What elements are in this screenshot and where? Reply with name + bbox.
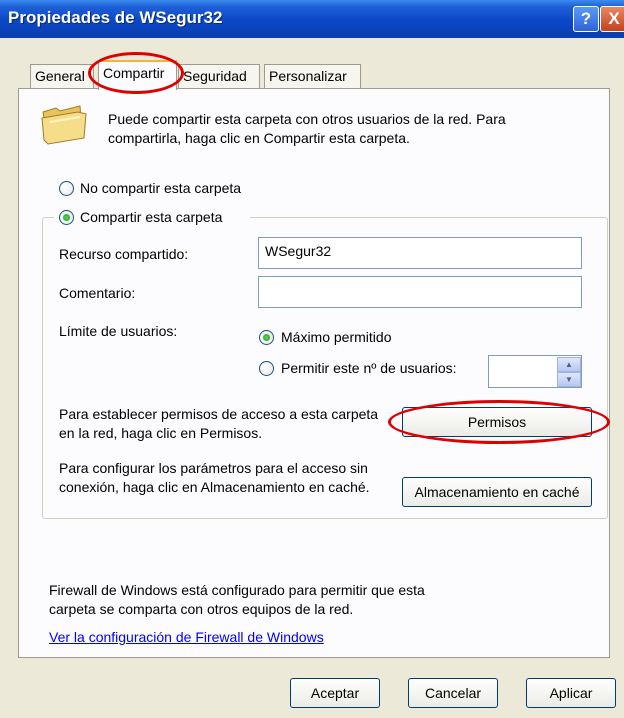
window-title: Propiedades de WSegur32 — [8, 8, 223, 27]
comment-input[interactable] — [258, 276, 582, 308]
share-intro-text: Puede compartir esta carpeta con otros u… — [108, 111, 506, 146]
help-button[interactable]: ? — [573, 6, 599, 32]
apply-button[interactable]: Aplicar — [526, 678, 616, 708]
permissions-text: Para establecer permisos de acceso a est… — [59, 406, 379, 441]
arrow-up-icon: ▲ — [565, 360, 573, 369]
no-share-radio[interactable] — [59, 181, 74, 196]
tab-seguridad[interactable]: Seguridad — [178, 64, 260, 89]
permissions-button[interactable]: Permisos — [402, 407, 592, 437]
tab-personalizar[interactable]: Personalizar — [264, 64, 361, 89]
share-radio[interactable] — [59, 210, 74, 225]
close-button[interactable]: X — [600, 6, 624, 32]
folder-icon — [41, 105, 87, 145]
allow-n-users-label[interactable]: Permitir este nº de usuarios: — [281, 359, 457, 378]
share-label[interactable]: Compartir esta carpeta — [80, 208, 222, 227]
max-allowed-radio[interactable] — [259, 330, 274, 345]
no-share-label[interactable]: No compartir esta carpeta — [80, 179, 241, 198]
arrow-down-icon: ▼ — [565, 375, 573, 384]
firewall-settings-link[interactable]: Ver la configuración de Firewall de Wind… — [49, 628, 324, 647]
properties-dialog: Propiedades de WSegur32 ? X General Comp… — [0, 0, 624, 718]
cache-button[interactable]: Almacenamiento en caché — [402, 477, 592, 507]
user-limit-label: Límite de usuarios: — [59, 323, 178, 339]
cancel-button[interactable]: Cancelar — [408, 678, 498, 708]
allow-n-users-radio[interactable] — [259, 361, 274, 376]
spin-up-button[interactable]: ▲ — [557, 357, 581, 372]
ok-button[interactable]: Aceptar — [290, 678, 380, 708]
comment-label: Comentario: — [59, 285, 136, 301]
close-icon: X — [608, 9, 620, 28]
title-bar[interactable]: Propiedades de WSegur32 ? X — [0, 0, 624, 38]
tab-general[interactable]: General — [30, 64, 94, 89]
firewall-text: Firewall de Windows está configurado par… — [49, 582, 425, 617]
offline-text: Para configurar los parámetros para el a… — [59, 460, 370, 495]
spin-down-button[interactable]: ▼ — [557, 372, 581, 387]
resource-label: Recurso compartido: — [59, 246, 189, 262]
max-allowed-label[interactable]: Máximo permitido — [281, 328, 391, 347]
resource-input[interactable]: WSegur32 — [258, 237, 582, 269]
tab-compartir[interactable]: Compartir — [98, 60, 177, 90]
help-icon: ? — [580, 9, 592, 28]
